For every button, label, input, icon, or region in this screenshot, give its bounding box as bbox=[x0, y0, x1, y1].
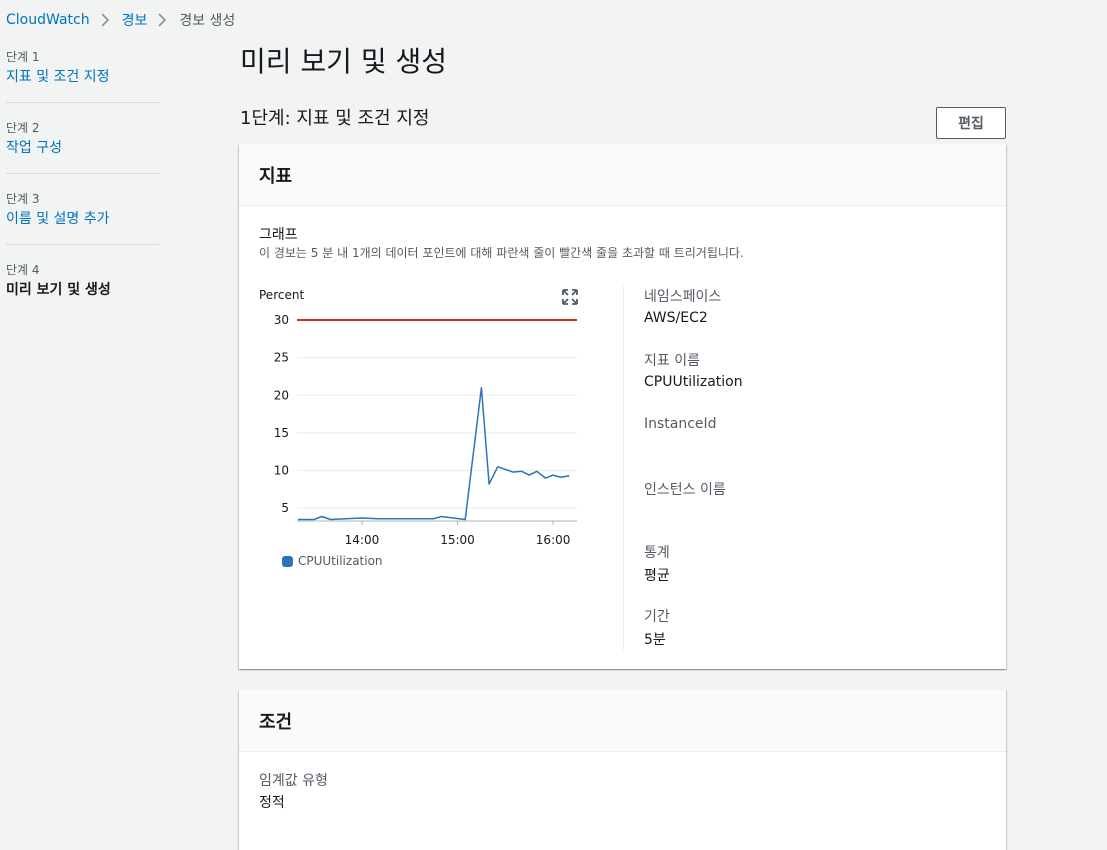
wizard-step-3: 단계 3 이름 및 설명 추가 bbox=[6, 190, 159, 245]
threshold-type-label: 임계값 유형 bbox=[259, 770, 328, 790]
page-title: 미리 보기 및 생성 bbox=[240, 40, 447, 84]
step-number: 단계 4 bbox=[6, 261, 159, 279]
conditions-card: 조건 임계값 유형 정적 bbox=[239, 690, 1006, 850]
period-value: 5분 bbox=[644, 629, 666, 649]
breadcrumb-cloudwatch[interactable]: CloudWatch bbox=[6, 12, 90, 28]
period-label: 기간 bbox=[644, 606, 670, 626]
step-current-preview: 미리 보기 및 생성 bbox=[6, 279, 159, 301]
metric-chart: Percent 5101520253014:0015:0016:00 CPUUt… bbox=[239, 284, 599, 584]
namespace-label: 네임스페이스 bbox=[644, 286, 721, 306]
chevron-right-icon bbox=[152, 10, 174, 30]
instance-name-label: 인스턴스 이름 bbox=[644, 479, 726, 499]
series-line-cpuutilization bbox=[298, 388, 569, 520]
graph-description: 이 경보는 5 분 내 1개의 데이터 포인트에 대해 파란색 줄이 빨간색 줄… bbox=[259, 244, 744, 261]
namespace-value: AWS/EC2 bbox=[644, 310, 708, 326]
breadcrumb-alarms[interactable]: 경보 bbox=[122, 10, 148, 30]
legend-label: CPUUtilization bbox=[298, 554, 383, 568]
chart-legend: CPUUtilization bbox=[282, 554, 383, 568]
wizard-step-1: 단계 1 지표 및 조건 지정 bbox=[6, 48, 159, 103]
metrics-card: 지표 그래프 이 경보는 5 분 내 1개의 데이터 포인트에 대해 파란색 줄… bbox=[239, 144, 1006, 669]
section-title: 1단계: 지표 및 조건 지정 bbox=[240, 106, 429, 132]
breadcrumb-create-alarm: 경보 생성 bbox=[179, 10, 235, 30]
step-link-add-name[interactable]: 이름 및 설명 추가 bbox=[6, 208, 159, 230]
metric-name-value: CPUUtilization bbox=[644, 374, 743, 390]
statistic-label: 통계 bbox=[644, 542, 670, 562]
legend-swatch bbox=[282, 556, 293, 567]
wizard-step-2: 단계 2 작업 구성 bbox=[6, 119, 159, 174]
step-number: 단계 2 bbox=[6, 119, 159, 137]
y-tick-label: 10 bbox=[274, 464, 289, 478]
metrics-card-title: 지표 bbox=[239, 144, 1006, 206]
graph-label: 그래프 bbox=[259, 224, 298, 244]
y-tick-label: 30 bbox=[274, 313, 289, 327]
edit-button[interactable]: 편집 bbox=[936, 107, 1006, 139]
step-link-specify-metric[interactable]: 지표 및 조건 지정 bbox=[6, 66, 159, 88]
wizard-step-4: 단계 4 미리 보기 및 생성 bbox=[6, 261, 159, 315]
y-tick-label: 20 bbox=[274, 388, 289, 402]
chevron-right-icon bbox=[95, 10, 117, 30]
breadcrumb: CloudWatch 경보 경보 생성 bbox=[6, 10, 235, 30]
divider bbox=[623, 286, 624, 650]
y-tick-label: 5 bbox=[281, 501, 289, 515]
statistic-value: 평균 bbox=[644, 565, 670, 585]
x-tick-label: 14:00 bbox=[345, 533, 380, 547]
wizard-steps: 단계 1 지표 및 조건 지정 단계 2 작업 구성 단계 3 이름 및 설명 … bbox=[6, 46, 159, 331]
y-tick-label: 15 bbox=[274, 426, 289, 440]
chart-plot: 5 10 15 20 25 30 14:00 15:00 16:00 bbox=[239, 284, 599, 554]
threshold-type-value: 정적 bbox=[259, 792, 285, 812]
conditions-card-title: 조건 bbox=[239, 690, 1006, 752]
step-number: 단계 3 bbox=[6, 190, 159, 208]
instance-id-label: InstanceId bbox=[644, 416, 717, 432]
metric-name-label: 지표 이름 bbox=[644, 350, 700, 370]
step-link-configure-actions[interactable]: 작업 구성 bbox=[6, 137, 159, 159]
x-tick-label: 15:00 bbox=[440, 533, 475, 547]
step-number: 단계 1 bbox=[6, 48, 159, 66]
y-tick-label: 25 bbox=[274, 351, 289, 365]
x-tick-label: 16:00 bbox=[536, 533, 571, 547]
